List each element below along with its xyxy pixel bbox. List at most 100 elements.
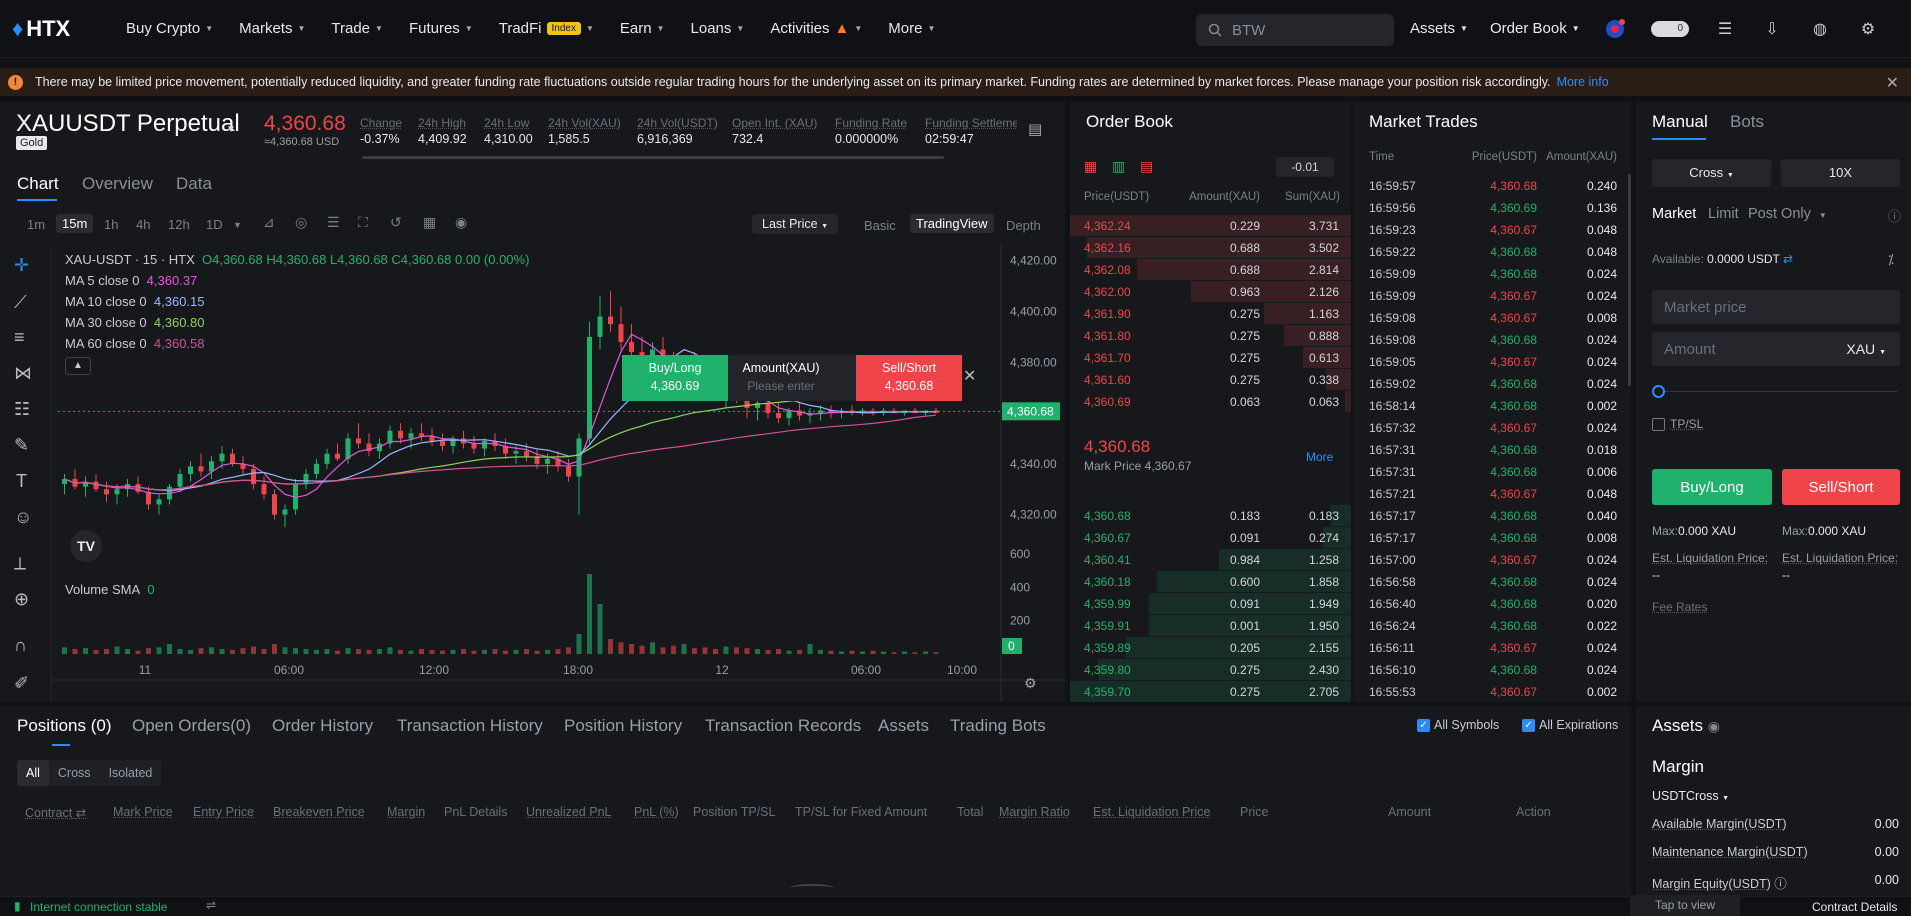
tab-positions[interactable]: Positions (0) [17,716,111,736]
chevron-down-icon[interactable]: ▼ [233,220,242,230]
tab-open-orders[interactable]: Open Orders(0) [132,716,251,736]
nav-markets[interactable]: Markets ▼ [239,20,305,37]
col-contract[interactable]: Contract ⇄ [25,805,86,820]
nav-order-book[interactable]: Order Book ▼ [1490,20,1580,37]
tick-size-select[interactable]: -0.01 [1276,157,1334,177]
tab-position-history[interactable]: Position History [564,716,682,736]
sell-short-button[interactable]: Sell/Short [1782,469,1900,505]
symbol-caret-icon[interactable]: ▼ [226,124,236,135]
orders-icon[interactable]: ☰ [1713,17,1737,41]
leverage-select[interactable]: 10X [1781,159,1900,187]
timeframe-1h[interactable]: 1h [104,217,118,232]
tab-chart[interactable]: Chart [17,174,59,194]
timeframe-1m[interactable]: 1m [27,217,45,232]
order-book-row[interactable]: 4,362.00 0.963 2.126 [1070,281,1351,302]
template-icon[interactable]: ▦ [423,214,436,231]
contract-details-link[interactable]: Contract Details [1812,900,1897,914]
tab-overview[interactable]: Overview [82,174,153,194]
indicator-icon[interactable]: ◎ [295,214,307,231]
order-book-row[interactable]: 4,360.67 0.091 0.274 [1070,527,1351,548]
order-book-row[interactable]: 4,361.70 0.275 0.613 [1070,347,1351,368]
filter-isolated[interactable]: Isolated [100,760,162,786]
nav-earn[interactable]: Earn ▼ [620,20,665,37]
mode-tradingview[interactable]: TradingView [910,214,994,233]
tab-data[interactable]: Data [176,174,212,194]
tap-to-view-button[interactable]: Tap to view [1630,895,1740,916]
order-type-post-only[interactable]: Post Only ▼ [1748,206,1827,222]
globe-icon[interactable]: ◍ [1808,17,1832,41]
order-book-row[interactable]: 4,362.16 0.688 3.502 [1070,237,1351,258]
htx-logo[interactable]: ♦ HTX [12,16,100,42]
all-expirations-checkbox[interactable]: ✓ [1522,719,1535,732]
tab-trading-bots[interactable]: Trading Bots [950,716,1046,736]
amount-unit-select[interactable]: XAU ▼ [1846,341,1886,357]
tab-transaction-records[interactable]: Transaction Records [705,716,861,736]
nav-more[interactable]: More ▼ [888,20,935,37]
tab-order-history[interactable]: Order History [272,716,373,736]
transfer-icon[interactable]: ⇄ [1783,252,1793,266]
tab-transaction-history[interactable]: Transaction History [397,716,543,736]
amount-slider[interactable] [1652,385,1900,399]
view-both-icon[interactable]: ▦ [1084,158,1097,175]
order-book-row[interactable]: 4,359.80 0.275 2.430 [1070,659,1351,680]
banner-more-info-link[interactable]: More info [1557,75,1609,89]
margin-mode-select[interactable]: Cross ▼ [1652,159,1771,187]
search-input[interactable]: BTW [1196,14,1394,46]
eye-icon[interactable]: ◉ [1708,718,1720,734]
order-type-limit[interactable]: Limit [1708,206,1739,222]
order-book-row[interactable]: 4,359.89 0.205 2.155 [1070,637,1351,658]
nav-buy-crypto[interactable]: Buy Crypto ▼ [126,20,213,37]
view-asks-icon[interactable]: ▤ [1140,158,1153,175]
calculator-icon[interactable]: ⁒ [1888,252,1894,268]
order-type-market[interactable]: Market [1652,206,1696,222]
amount-input[interactable]: Amount XAU ▼ [1652,332,1900,366]
download-icon[interactable]: ⇩ [1760,17,1784,41]
close-icon[interactable]: ✕ [1886,73,1899,93]
market-price-input[interactable]: Market price [1652,290,1900,324]
view-bids-icon[interactable]: ▥ [1112,158,1125,175]
order-book-row[interactable]: 4,360.68 0.183 0.183 [1070,505,1351,526]
tradingview-logo[interactable]: TV [70,530,102,562]
order-book-row[interactable]: 4,359.70 0.275 2.705 [1070,681,1351,702]
order-book-row[interactable]: 4,359.99 0.091 1.949 [1070,593,1351,614]
stats-scrollbar[interactable] [362,156,944,159]
all-symbols-checkbox[interactable]: ✓ [1417,719,1430,732]
tpsl-checkbox[interactable] [1652,418,1665,431]
quick-amount-input[interactable]: Amount(XAU) Please enter [728,355,834,401]
nav-assets[interactable]: Assets ▼ [1410,20,1468,37]
layout-icon[interactable]: ▤ [1028,120,1042,138]
nav-trade[interactable]: Trade ▼ [331,20,383,37]
candle-type-icon[interactable]: ⊿ [263,214,275,231]
nav-futures[interactable]: Futures ▼ [409,20,473,37]
filter-all[interactable]: All [17,760,49,786]
symbol-title[interactable]: XAUUSDT Perpetual [16,110,240,138]
tab-assets[interactable]: Assets [878,716,929,736]
margin-mode-select[interactable]: USDTCross ▼ [1652,789,1729,803]
list-icon[interactable]: ☰ [327,214,340,231]
avatar[interactable] [1603,17,1627,41]
timeframe-1d[interactable]: 1D [206,217,223,232]
quick-sell-button[interactable]: Sell/Short 4,360.68 [856,355,962,401]
filter-cross[interactable]: Cross [49,760,100,786]
quick-buy-button[interactable]: Buy/Long 4,360.69 [622,355,728,401]
camera-icon[interactable]: ◉ [455,214,467,231]
undo-icon[interactable]: ↺ [390,214,402,231]
collapse-legend-button[interactable]: ▲ [65,357,91,375]
help-icon[interactable]: ⓘ [1774,877,1787,891]
nav-activities[interactable]: Activities ▲ ▼ [770,20,862,37]
order-book-row[interactable]: 4,362.08 0.688 2.814 [1070,259,1351,280]
order-book-row[interactable]: 4,361.60 0.275 0.338 [1070,369,1351,390]
mode-basic[interactable]: Basic [864,218,896,233]
order-book-row[interactable]: 4,361.90 0.275 1.163 [1070,303,1351,324]
nav-loans[interactable]: Loans ▼ [691,20,745,37]
display-toggle[interactable]: 0 [1650,17,1690,41]
order-book-row[interactable]: 4,360.41 0.984 1.258 [1070,549,1351,570]
order-book-row[interactable]: 4,359.91 0.001 1.950 [1070,615,1351,636]
status-settings-icon[interactable]: ⇌ [206,898,216,912]
info-icon[interactable]: ⓘ [1888,206,1901,225]
ob-more-link[interactable]: More [1306,450,1333,464]
chart-settings-icon[interactable]: ⚙ [1024,675,1037,692]
timeframe-15m[interactable]: 15m [56,214,94,233]
settings-icon[interactable]: ⚙ [1856,17,1880,41]
order-book-row[interactable]: 4,360.18 0.600 1.858 [1070,571,1351,592]
